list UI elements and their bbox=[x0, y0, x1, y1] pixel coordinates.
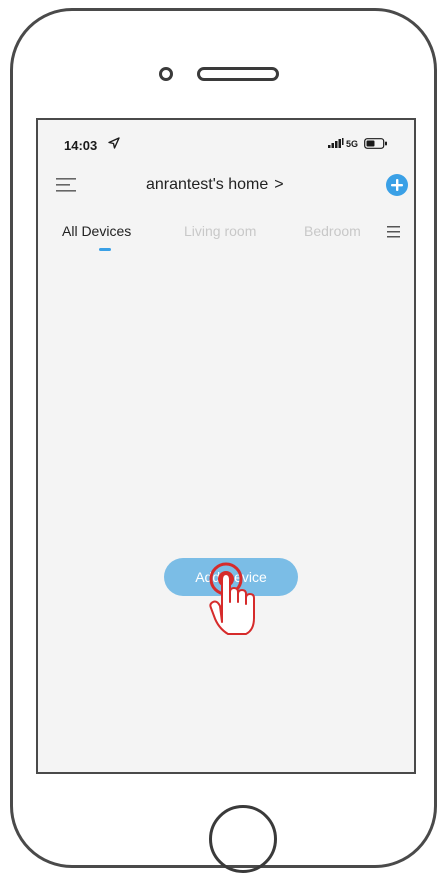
tab-all-devices[interactable]: All Devices bbox=[62, 223, 131, 239]
location-arrow-icon bbox=[108, 137, 120, 149]
home-selector[interactable]: anrantest's home > bbox=[146, 176, 284, 194]
network-label: 5G bbox=[346, 139, 359, 149]
earpiece-speaker bbox=[197, 67, 279, 81]
menu-icon[interactable] bbox=[56, 177, 78, 193]
app-screen: 14:03 5G anrantest's home > All Devices L… bbox=[36, 118, 416, 774]
home-name: anrantest's home bbox=[146, 176, 269, 193]
front-camera bbox=[159, 67, 173, 81]
home-button[interactable] bbox=[209, 805, 277, 873]
tab-bedroom[interactable]: Bedroom bbox=[304, 223, 366, 239]
tab-living-room[interactable]: Living room bbox=[184, 223, 256, 239]
plus-circle-icon[interactable] bbox=[386, 174, 408, 196]
home-chevron: > bbox=[274, 176, 284, 193]
status-time: 14:03 bbox=[64, 138, 98, 153]
signal-icon bbox=[328, 138, 344, 148]
list-icon[interactable] bbox=[387, 226, 401, 238]
battery-icon bbox=[364, 138, 387, 149]
active-tab-indicator bbox=[99, 248, 111, 251]
hand-tap-icon bbox=[209, 562, 255, 635]
